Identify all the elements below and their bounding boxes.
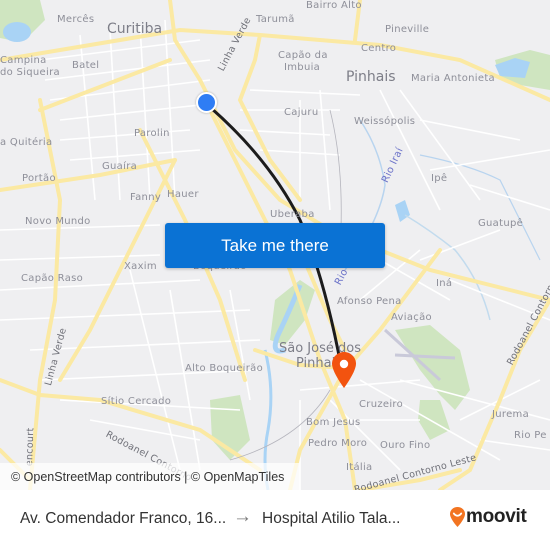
attribution-text[interactable]: © OpenStreetMap contributors | © OpenMap…	[11, 470, 284, 484]
map-label-pinhais: Pinhais	[346, 69, 396, 85]
map-label-ipe: Ipê	[431, 173, 448, 184]
map-label-xaxim: Xaxim	[124, 261, 157, 272]
map-label-cajuru: Cajuru	[284, 107, 319, 118]
map-label-jurema: Jurema	[492, 409, 530, 420]
arrow-right-icon: →	[233, 506, 252, 527]
route-footer: Av. Comendador Franco, 16... → Hospital …	[0, 490, 550, 550]
moovit-pin-icon	[450, 507, 465, 527]
map-label-ouro-fino: Ouro Fino	[380, 440, 431, 451]
map-label-parolin: Parolin	[134, 128, 170, 139]
route-origin: Av. Comendador Franco, 16...	[20, 510, 227, 527]
map-label-maria-antonieta: Maria Antonieta	[411, 73, 495, 84]
map-label-portao: Portão	[22, 173, 56, 184]
map-label-santa-quiteria: a Quitéria	[0, 137, 53, 148]
map-label-imbuia: Imbuia	[284, 62, 321, 73]
map-label-rio-pe: Rio Pe	[514, 430, 547, 441]
map-label-campina: Campina	[0, 55, 47, 66]
map-label-fanny: Fanny	[130, 192, 162, 203]
map-label-italia: Itália	[346, 462, 373, 473]
map-label-hauer: Hauer	[167, 189, 199, 200]
map-label-cruzeiro: Cruzeiro	[359, 399, 404, 410]
map-label-curitiba: Curitiba	[107, 21, 163, 37]
map-view[interactable]: Mercês Curitiba Tarumã Bairro Alto Pinev…	[0, 0, 550, 490]
map-label-sitio-cercado: Sítio Cercado	[101, 396, 172, 407]
map-label-capao-raso: Capão Raso	[21, 273, 84, 284]
map-label-pineville: Pineville	[385, 24, 430, 35]
river	[404, 214, 491, 321]
map-label-bom-jesus: Bom Jesus	[306, 417, 361, 428]
moovit-logo[interactable]: moovit	[450, 506, 527, 528]
map-label-ina: Iná	[436, 278, 453, 289]
map-label-bairro-alto: Bairro Alto	[306, 0, 362, 11]
park-area	[395, 325, 470, 410]
map-label-afonso-pena: Afonso Pena	[337, 296, 402, 307]
map-label-weissopolis: Weissópolis	[354, 116, 416, 127]
route-destination: Hospital Atilio Tala...	[262, 510, 401, 527]
map-label-guaira: Guaíra	[102, 161, 138, 172]
origin-marker[interactable]	[196, 92, 217, 113]
river	[395, 200, 410, 222]
map-attribution: © OpenStreetMap contributors | © OpenMap…	[0, 463, 300, 490]
map-label-aviacao: Aviação	[391, 312, 432, 323]
moovit-wordmark: moovit	[466, 506, 527, 527]
take-me-there-button[interactable]: Take me there	[165, 223, 385, 268]
map-label-uberaba: Uberaba	[270, 209, 315, 220]
map-label-batel: Batel	[72, 60, 100, 71]
destination-pin-icon[interactable]	[332, 352, 356, 388]
map-label-novo-mundo: Novo Mundo	[25, 216, 91, 227]
map-label-guatupe: Guatupê	[478, 218, 524, 229]
park-area	[418, 400, 450, 440]
map-label-alto-boqueirao: Alto Boqueirão	[185, 363, 263, 374]
map-label-do-siqueira: do Siqueira	[0, 67, 60, 78]
map-label-centro: Centro	[361, 43, 397, 54]
map-label-encourt: encourt	[24, 427, 37, 467]
map-label-merces: Mercês	[57, 14, 95, 25]
map-label-pedro-moro: Pedro Moro	[308, 438, 368, 449]
map-label-capao-da: Capão da	[278, 50, 328, 61]
map-label-taruma: Tarumã	[256, 14, 295, 25]
lake	[3, 22, 31, 42]
